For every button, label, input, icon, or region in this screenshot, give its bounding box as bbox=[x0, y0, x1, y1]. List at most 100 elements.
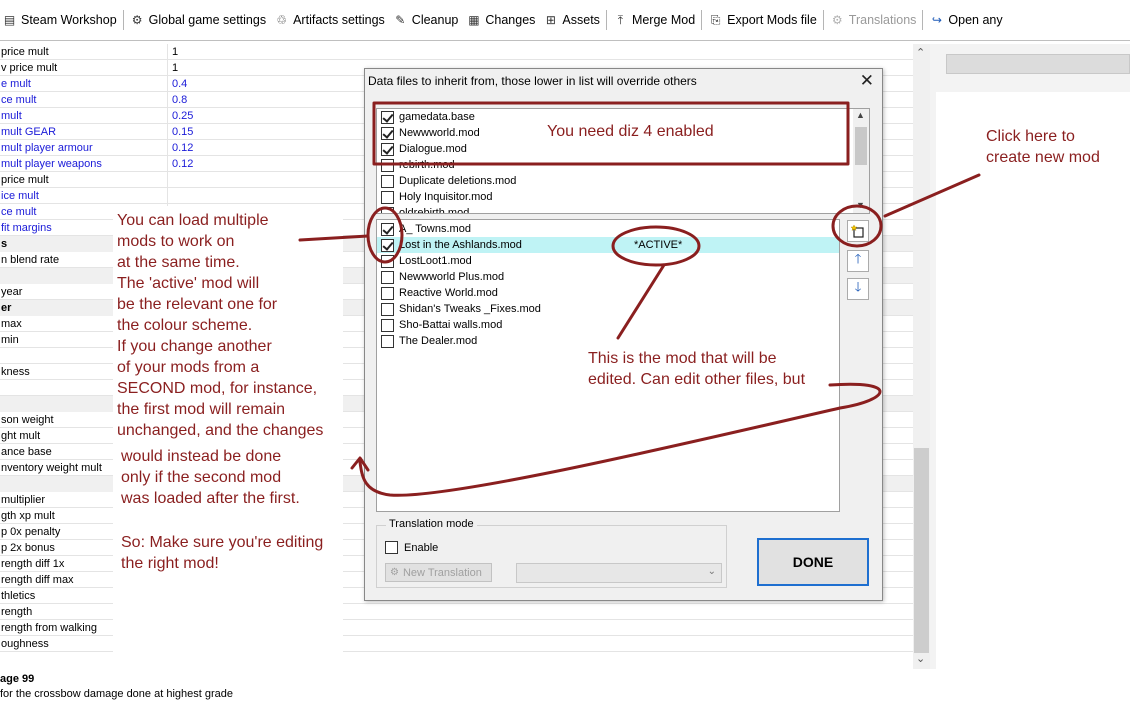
list-item[interactable]: Sho-Battai walls.mod bbox=[381, 317, 502, 333]
close-icon[interactable]: ✕ bbox=[860, 71, 874, 91]
toolbar-button-merge-mod[interactable]: ⤒ Merge Mod bbox=[609, 8, 699, 32]
grid-value[interactable]: 0.12 bbox=[172, 156, 193, 172]
move-down-button[interactable]: 🡓 bbox=[847, 278, 869, 300]
list-item[interactable]: Dialogue.mod bbox=[381, 141, 467, 157]
scroll-down-icon[interactable]: ⌄ bbox=[916, 652, 925, 665]
changes-icon: ▦ bbox=[468, 13, 480, 27]
move-up-button[interactable]: 🡑 bbox=[847, 250, 869, 272]
checkbox[interactable] bbox=[381, 174, 394, 188]
list-item[interactable]: LostLoot1.mod bbox=[381, 253, 472, 269]
new-mod-icon bbox=[851, 224, 864, 238]
toolbar-separator bbox=[605, 10, 607, 30]
list-item[interactable]: gamedata.base bbox=[381, 109, 475, 125]
scroll-thumb[interactable] bbox=[914, 448, 929, 653]
annotation-new-mod: Click here to create new mod bbox=[986, 128, 1100, 166]
list-item[interactable]: The Dealer.mod bbox=[381, 333, 477, 349]
checkbox[interactable] bbox=[381, 302, 394, 316]
toolbar-separator bbox=[122, 10, 124, 30]
toolbar-button-artifacts-settings[interactable]: ♲ Artifacts settings bbox=[270, 8, 389, 32]
checkbox[interactable] bbox=[381, 254, 394, 268]
grid-value[interactable]: 1 bbox=[172, 44, 178, 60]
list-item[interactable]: rebirth.mod bbox=[381, 157, 455, 173]
scroll-up-icon[interactable]: ⌃ bbox=[916, 46, 925, 59]
list-item-label: Reactive World.mod bbox=[399, 287, 498, 299]
toolbar-label: Cleanup bbox=[411, 13, 459, 27]
list-item-label: Shidan's Tweaks _Fixes.mod bbox=[399, 303, 541, 315]
checkbox[interactable] bbox=[381, 238, 394, 252]
checkbox[interactable] bbox=[381, 286, 394, 300]
toolbar-button-assets[interactable]: ⊞ Assets bbox=[539, 8, 604, 32]
grid-value[interactable]: 0.8 bbox=[172, 92, 187, 108]
grid-row[interactable]: price mult 1 bbox=[0, 44, 913, 60]
grid-value[interactable]: 0.25 bbox=[172, 108, 193, 124]
toolbar-button-steam-workshop[interactable]: ▤ Steam Workshop bbox=[0, 8, 121, 32]
toolbar-label: Translations bbox=[848, 13, 917, 27]
checkbox[interactable] bbox=[381, 270, 394, 284]
toolbar-label: Merge Mod bbox=[631, 13, 696, 27]
grid-key: mult bbox=[0, 108, 168, 124]
assets-icon: ⊞ bbox=[545, 13, 556, 27]
annotation-so: So: Make sure you're editing the right m… bbox=[121, 534, 324, 572]
description-title: age 99 bbox=[0, 673, 35, 685]
new-translation-button[interactable]: ⚙ New Translation bbox=[385, 563, 492, 582]
toolbar-label: Changes bbox=[485, 13, 536, 27]
open-icon: ↪ bbox=[931, 13, 942, 27]
broom-icon: ✎ bbox=[395, 13, 406, 27]
list-item[interactable]: Lost in the Ashlands.mod *ACTIVE* bbox=[377, 237, 839, 253]
enable-translation-checkbox[interactable]: Enable bbox=[385, 541, 438, 554]
list-item[interactable]: Newwworld.mod bbox=[381, 125, 480, 141]
steam-icon: ▤ bbox=[3, 13, 16, 27]
checkbox[interactable] bbox=[381, 126, 394, 140]
scroll-thumb[interactable] bbox=[855, 127, 867, 165]
grid-value[interactable]: 0.4 bbox=[172, 76, 187, 92]
arrow-up-icon: 🡑 bbox=[854, 251, 862, 266]
scroll-up-icon[interactable]: ▲ bbox=[856, 110, 865, 120]
grid-value[interactable]: 0.12 bbox=[172, 140, 193, 156]
list-item-label: Lost in the Ashlands.mod bbox=[399, 239, 522, 251]
list-item[interactable]: Shidan's Tweaks _Fixes.mod bbox=[381, 301, 541, 317]
grid-value[interactable]: 0.15 bbox=[172, 124, 193, 140]
list-item-label: LostLoot1.mod bbox=[399, 255, 472, 267]
right-panel-content bbox=[936, 92, 1130, 669]
checkbox[interactable] bbox=[385, 541, 398, 554]
chevron-down-icon: ⌄ bbox=[707, 566, 716, 577]
list-item-label: Dialogue.mod bbox=[399, 143, 467, 155]
grid-scrollbar[interactable]: ⌃ ⌄ bbox=[913, 44, 930, 669]
list-item-label: oldrebirth.mod bbox=[399, 207, 470, 214]
checkbox[interactable] bbox=[381, 206, 394, 213]
checkbox[interactable] bbox=[381, 334, 394, 348]
toolbar-label: Artifacts settings bbox=[293, 13, 385, 27]
list-item[interactable]: Holy Inquisitor.mod bbox=[381, 189, 493, 205]
translation-select[interactable]: ⌄ bbox=[516, 563, 722, 583]
list-item[interactable]: Newwworld Plus.mod bbox=[381, 269, 504, 285]
toolbar-button-translations[interactable]: ⚙ Translations bbox=[826, 8, 921, 32]
checkbox[interactable] bbox=[381, 158, 394, 172]
scroll-down-icon[interactable]: ▼ bbox=[856, 200, 865, 210]
inherit-list-scrollbar[interactable]: ▲ ▼ bbox=[853, 109, 869, 213]
done-button[interactable]: DONE bbox=[757, 538, 869, 586]
export-icon: ⎘ bbox=[710, 13, 721, 27]
grid-key: mult player armour bbox=[0, 140, 168, 156]
annotation-multiple: You can load multiple mods to work on at… bbox=[117, 212, 324, 439]
checkbox[interactable] bbox=[381, 222, 394, 236]
list-item-label: rebirth.mod bbox=[399, 159, 455, 171]
new-mod-button[interactable] bbox=[847, 220, 869, 242]
annotation-active-mod: This is the mod that will be edited. Can… bbox=[588, 350, 806, 388]
checkbox[interactable] bbox=[381, 318, 394, 332]
grid-value[interactable]: 1 bbox=[172, 60, 178, 76]
list-item[interactable]: Duplicate deletions.mod bbox=[381, 173, 516, 189]
toolbar-button-open-any[interactable]: ↪ Open any bbox=[925, 8, 1006, 32]
checkbox[interactable] bbox=[381, 142, 394, 156]
enable-label: Enable bbox=[404, 541, 439, 554]
list-item[interactable]: Reactive World.mod bbox=[381, 285, 498, 301]
checkbox[interactable] bbox=[381, 110, 394, 124]
toolbar-button-cleanup[interactable]: ✎ Cleanup bbox=[389, 8, 463, 32]
grid-key: e mult bbox=[0, 76, 168, 92]
toolbar-button-changes[interactable]: ▦ Changes bbox=[462, 8, 539, 32]
toolbar-button-export-mods-file[interactable]: ⎘ Export Mods file bbox=[704, 8, 821, 32]
toolbar-separator bbox=[701, 10, 703, 30]
list-item[interactable]: oldrebirth.mod bbox=[381, 205, 470, 214]
toolbar-button-global-game-settings[interactable]: ⚙ Global game settings bbox=[126, 8, 270, 32]
checkbox[interactable] bbox=[381, 190, 394, 204]
list-item[interactable]: A_ Towns.mod bbox=[381, 221, 471, 237]
